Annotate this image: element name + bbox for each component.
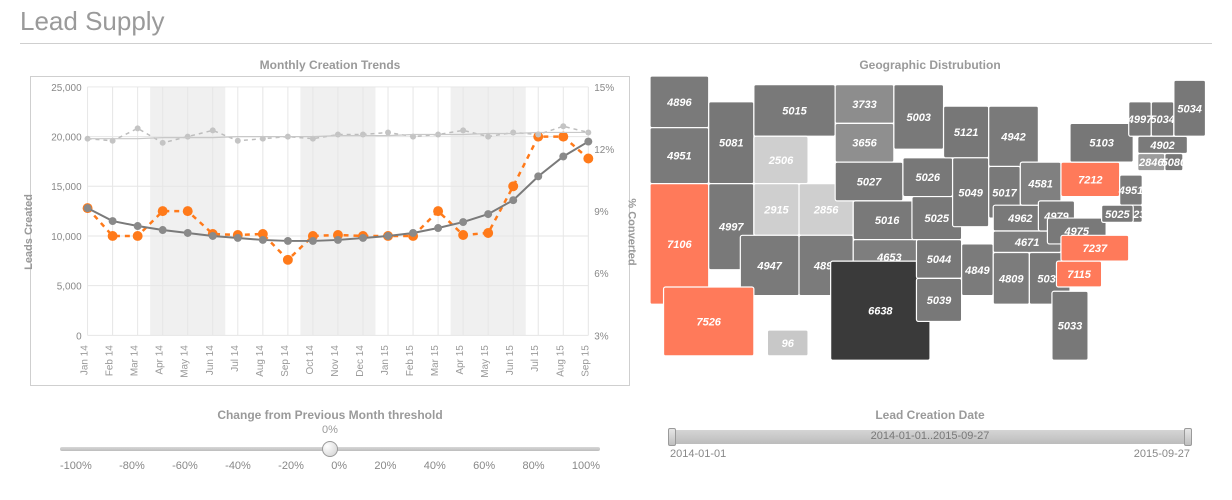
svg-text:4997: 4997	[718, 222, 744, 234]
date-range-start: 2014-01-01	[670, 448, 726, 460]
svg-text:10,000: 10,000	[51, 232, 82, 243]
svg-text:5034: 5034	[1150, 114, 1174, 126]
svg-text:3656: 3656	[852, 138, 877, 150]
svg-text:Apr 14: Apr 14	[155, 345, 166, 375]
date-range-end: 2015-09-27	[1134, 448, 1190, 460]
svg-text:5039: 5039	[927, 295, 952, 307]
svg-text:Aug 14: Aug 14	[255, 345, 266, 377]
svg-text:5016: 5016	[875, 215, 900, 227]
svg-text:Jul 15: Jul 15	[530, 345, 541, 372]
svg-text:2915: 2915	[763, 204, 789, 216]
svg-text:2506: 2506	[768, 155, 794, 167]
svg-text:5017: 5017	[992, 187, 1017, 199]
svg-text:5103: 5103	[1089, 138, 1113, 150]
svg-text:5015: 5015	[782, 105, 807, 117]
svg-text:5026: 5026	[915, 172, 940, 184]
threshold-slider-value: 0%	[20, 424, 640, 436]
page-title: Lead Supply	[20, 6, 1212, 37]
date-range-label: 2014-01-01..2015-09-27	[670, 430, 1190, 442]
svg-text:5027: 5027	[857, 176, 882, 188]
y-left-label: Leads Created	[23, 194, 35, 270]
svg-text:12%: 12%	[594, 145, 614, 156]
svg-text:7237: 7237	[1083, 243, 1108, 255]
svg-text:Jan 14: Jan 14	[80, 345, 91, 375]
svg-text:5,000: 5,000	[57, 282, 82, 293]
svg-text:4671: 4671	[1014, 237, 1039, 249]
svg-text:7106: 7106	[667, 239, 692, 251]
svg-text:Oct 14: Oct 14	[305, 345, 316, 375]
threshold-slider[interactable]	[60, 440, 600, 458]
svg-text:Mar 14: Mar 14	[130, 345, 141, 376]
svg-text:4896: 4896	[666, 97, 692, 109]
svg-text:5121: 5121	[954, 127, 978, 139]
svg-text:4997: 4997	[1127, 114, 1153, 126]
svg-text:5081: 5081	[719, 138, 743, 150]
svg-text:4951: 4951	[666, 151, 691, 163]
svg-text:4902: 4902	[1149, 140, 1174, 152]
svg-text:3733: 3733	[852, 99, 876, 111]
threshold-slider-title: Change from Previous Month threshold	[20, 408, 640, 422]
svg-text:4942: 4942	[1000, 131, 1025, 143]
date-range-slider[interactable]: 2014-01-01..2015-09-27	[670, 428, 1190, 446]
svg-text:4581: 4581	[1027, 179, 1052, 191]
svg-text:Jun 14: Jun 14	[205, 345, 216, 375]
svg-text:4951: 4951	[1118, 185, 1143, 197]
monthly-trends-chart[interactable]: Leads Created % Converted 05,00010,00015…	[30, 76, 630, 386]
svg-text:7526: 7526	[696, 316, 721, 328]
date-range-title: Lead Creation Date	[650, 408, 1210, 422]
svg-text:15,000: 15,000	[51, 182, 82, 193]
svg-text:Apr 15: Apr 15	[455, 345, 466, 375]
y-right-label: % Converted	[625, 198, 637, 265]
threshold-slider-ticks: -100%-80%-60%-40%-20%0%20%40%60%80%100%	[60, 460, 600, 472]
svg-text:May 14: May 14	[180, 345, 191, 378]
chart-title: Monthly Creation Trends	[20, 58, 640, 72]
svg-text:6638: 6638	[868, 306, 893, 318]
svg-text:4849: 4849	[964, 265, 990, 277]
svg-text:4947: 4947	[756, 260, 782, 272]
svg-text:4809: 4809	[998, 273, 1024, 285]
svg-text:Nov 14: Nov 14	[330, 345, 341, 377]
svg-text:5025: 5025	[925, 213, 950, 225]
svg-text:Feb 14: Feb 14	[105, 345, 116, 376]
svg-text:Dec 14: Dec 14	[355, 345, 366, 377]
threshold-slider-handle[interactable]	[322, 441, 338, 457]
svg-text:4962: 4962	[1007, 213, 1032, 225]
date-range-ends: 2014-01-01 2015-09-27	[670, 448, 1190, 460]
svg-text:5033: 5033	[1058, 321, 1082, 333]
svg-text:5025: 5025	[1105, 209, 1130, 221]
svg-text:7115: 7115	[1067, 269, 1092, 281]
svg-text:6%: 6%	[594, 269, 609, 280]
svg-text:0: 0	[76, 331, 82, 342]
svg-text:7212: 7212	[1078, 174, 1102, 186]
map-svg: 4896 4951 7106 5081 4997 5015 2506 2915 2856 4947…	[650, 76, 1210, 386]
svg-text:15%: 15%	[594, 83, 614, 94]
map-title: Geographic Distrubution	[650, 58, 1210, 72]
geographic-map[interactable]: 4896 4951 7106 5081 4997 5015 2506 2915 2856 4947…	[650, 76, 1210, 386]
svg-text:Mar 15: Mar 15	[430, 345, 441, 376]
chart-svg: 0 5,000 10,000 15,000 20,000 25,000 3% 6% 9% 12% 1…	[31, 77, 629, 385]
svg-text:Jun 15: Jun 15	[505, 345, 516, 375]
svg-text:5049: 5049	[958, 187, 983, 199]
svg-text:Jul 14: Jul 14	[230, 345, 241, 372]
svg-text:5003: 5003	[906, 112, 930, 124]
svg-text:2846: 2846	[1138, 157, 1164, 169]
svg-text:20,000: 20,000	[51, 133, 82, 144]
svg-text:5044: 5044	[927, 254, 951, 266]
svg-text:Jan 15: Jan 15	[380, 345, 391, 375]
svg-text:9%: 9%	[594, 207, 609, 218]
divider	[20, 43, 1212, 44]
svg-text:Aug 15: Aug 15	[555, 345, 566, 377]
svg-text:5080: 5080	[1162, 157, 1187, 169]
svg-text:96: 96	[782, 338, 795, 350]
svg-text:Sep 14: Sep 14	[280, 345, 291, 377]
svg-text:25,000: 25,000	[51, 83, 82, 94]
svg-text:5034: 5034	[1177, 103, 1201, 115]
svg-text:2856: 2856	[813, 204, 839, 216]
svg-text:Sep 15: Sep 15	[580, 345, 591, 377]
svg-text:Feb 15: Feb 15	[405, 345, 416, 376]
svg-text:May 15: May 15	[480, 345, 491, 378]
svg-text:3%: 3%	[594, 331, 609, 342]
